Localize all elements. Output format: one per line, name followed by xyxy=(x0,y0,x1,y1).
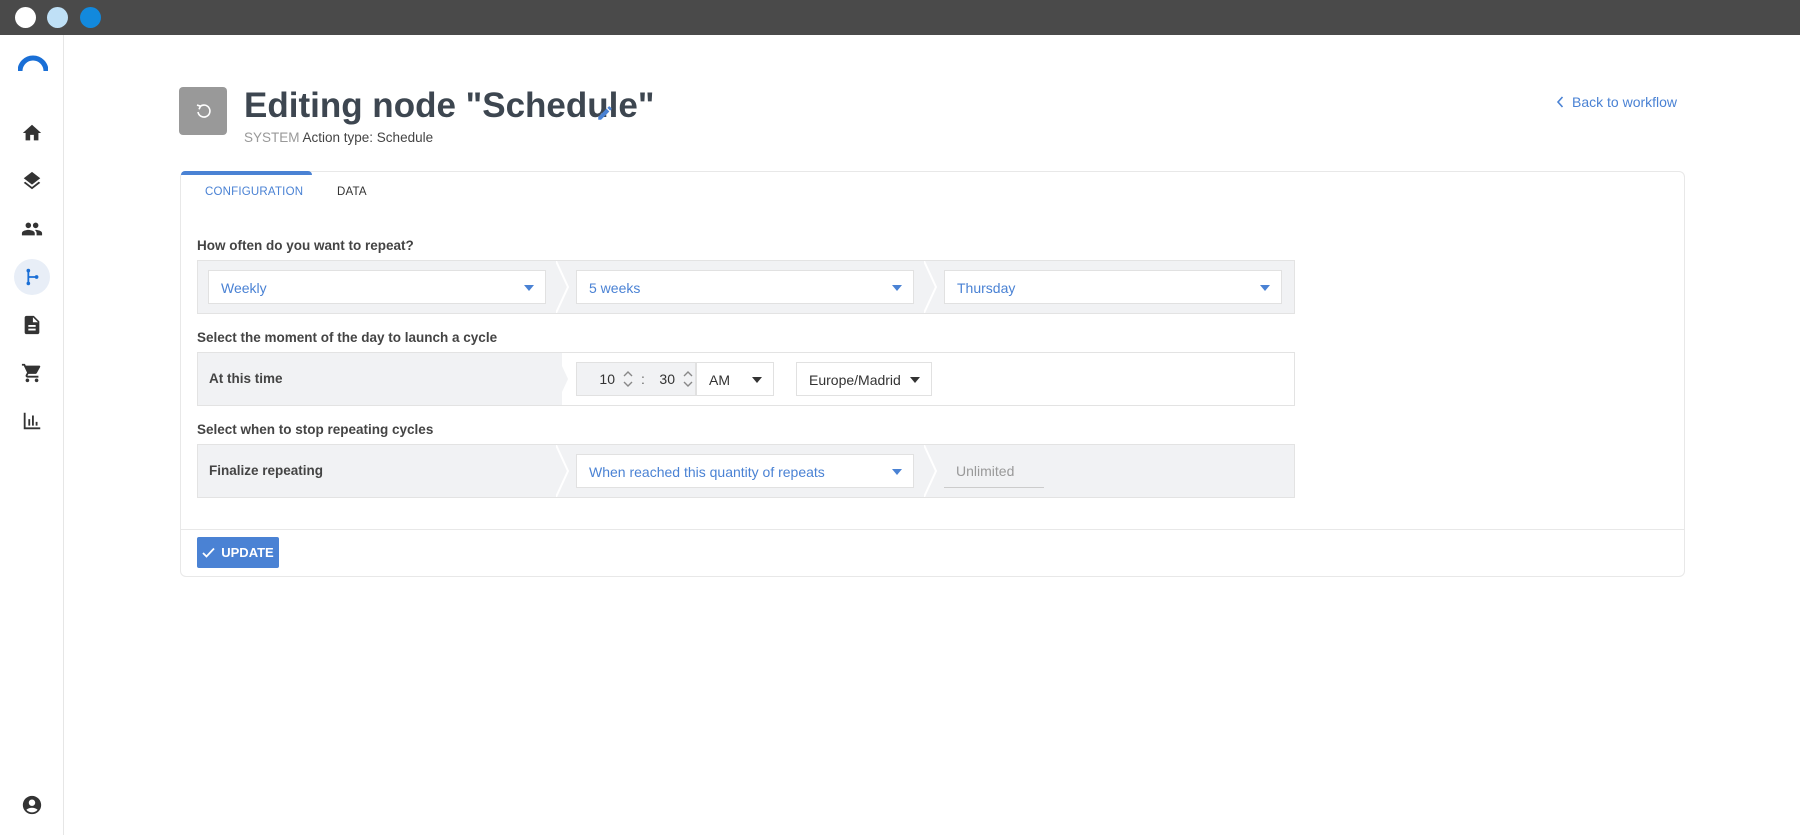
repeat-quantity-input[interactable]: Unlimited xyxy=(944,454,1044,488)
layers-icon xyxy=(23,171,41,190)
caret-down-icon xyxy=(524,285,534,291)
time-row-label: At this time xyxy=(209,371,283,386)
repeat-section-label: How often do you want to repeat? xyxy=(197,238,414,253)
pencil-edit-icon[interactable] xyxy=(596,104,614,122)
sidebar-item-layers[interactable] xyxy=(14,163,50,199)
account-circle-icon xyxy=(22,795,42,815)
check-icon xyxy=(202,547,215,558)
sidebar-item-account[interactable] xyxy=(14,787,50,823)
tab-data[interactable]: DATA xyxy=(337,186,367,198)
chevron-separator xyxy=(556,445,570,497)
weekday-select[interactable]: Thursday xyxy=(944,270,1282,304)
sidebar-item-documents[interactable] xyxy=(14,307,50,343)
active-tab-indicator xyxy=(181,171,312,175)
tab-configuration[interactable]: CONFIGURATION xyxy=(205,186,303,198)
window-minimize-button[interactable] xyxy=(47,7,68,28)
time-separator: : xyxy=(641,371,645,387)
caret-down-icon xyxy=(892,285,902,291)
node-type-badge xyxy=(179,87,227,135)
stop-condition-select[interactable]: When reached this quantity of repeats xyxy=(576,454,914,488)
frequency-value: Weekly xyxy=(221,280,267,296)
finalize-row-label: Finalize repeating xyxy=(209,463,324,478)
hour-spinner-icon[interactable] xyxy=(623,368,633,390)
bar-chart-icon xyxy=(23,412,41,430)
timezone-select[interactable]: Europe/Madrid xyxy=(796,362,932,396)
chevron-separator xyxy=(556,353,568,405)
brand-logo-icon[interactable] xyxy=(18,55,48,73)
caret-down-icon xyxy=(910,377,920,383)
cart-icon xyxy=(21,363,41,383)
interval-select[interactable]: 5 weeks xyxy=(576,270,914,304)
card-footer-divider xyxy=(181,529,1684,530)
timezone-value: Europe/Madrid xyxy=(809,372,901,388)
time-row: At this time 10 : 30 AM Europe/Madrid xyxy=(197,352,1295,406)
sidebar-item-workflows[interactable] xyxy=(14,259,50,295)
frequency-select[interactable]: Weekly xyxy=(208,270,546,304)
caret-down-icon xyxy=(752,377,762,383)
people-icon xyxy=(21,222,43,236)
minute-spinner-icon[interactable] xyxy=(683,368,693,390)
schedule-refresh-icon xyxy=(196,104,211,118)
action-type-label: Action type: Schedule xyxy=(302,130,434,145)
node-config-card: CONFIGURATION DATA How often do you want… xyxy=(180,171,1685,577)
back-to-workflow-link[interactable]: Back to workflow xyxy=(1556,94,1677,110)
system-tag: SYSTEM xyxy=(244,130,300,145)
chevron-separator xyxy=(924,445,938,497)
sidebar-item-users[interactable] xyxy=(14,211,50,247)
am-pm-select[interactable]: AM xyxy=(696,362,774,396)
chevron-separator xyxy=(924,261,938,313)
sidebar xyxy=(0,35,64,835)
sidebar-item-home[interactable] xyxy=(14,115,50,151)
document-icon xyxy=(24,315,40,335)
window-maximize-button[interactable] xyxy=(80,7,101,28)
repeat-quantity-placeholder: Unlimited xyxy=(956,463,1015,479)
period-value: AM xyxy=(709,372,730,388)
window-titlebar xyxy=(0,0,1800,35)
repeat-row: Weekly 5 weeks Thursday xyxy=(197,260,1295,314)
page-title: Editing node "Schedule" xyxy=(244,86,655,125)
update-button-label: UPDATE xyxy=(221,545,274,560)
caret-down-icon xyxy=(892,469,902,475)
window-close-button[interactable] xyxy=(15,7,36,28)
stop-section-label: Select when to stop repeating cycles xyxy=(197,422,434,437)
finalize-row: Finalize repeating When reached this qua… xyxy=(197,444,1295,498)
back-link-label: Back to workflow xyxy=(1572,94,1678,110)
moment-section-label: Select the moment of the day to launch a… xyxy=(197,330,498,345)
node-subtitle: SYSTEM Action type: Schedule xyxy=(244,130,433,145)
chevron-separator xyxy=(556,261,570,313)
chevron-left-icon xyxy=(1556,96,1564,108)
interval-value: 5 weeks xyxy=(589,280,641,296)
time-picker: 10 : 30 xyxy=(576,362,696,396)
update-button[interactable]: UPDATE xyxy=(197,537,279,568)
sidebar-item-cart[interactable] xyxy=(14,355,50,391)
stop-condition-value: When reached this quantity of repeats xyxy=(589,464,825,480)
home-icon xyxy=(22,124,42,141)
caret-down-icon xyxy=(1260,285,1270,291)
sidebar-item-analytics[interactable] xyxy=(14,403,50,439)
weekday-value: Thursday xyxy=(957,280,1016,296)
hour-field[interactable]: 10 xyxy=(577,363,615,395)
minute-field[interactable]: 30 xyxy=(647,363,675,395)
workflow-branch-icon xyxy=(26,268,39,286)
